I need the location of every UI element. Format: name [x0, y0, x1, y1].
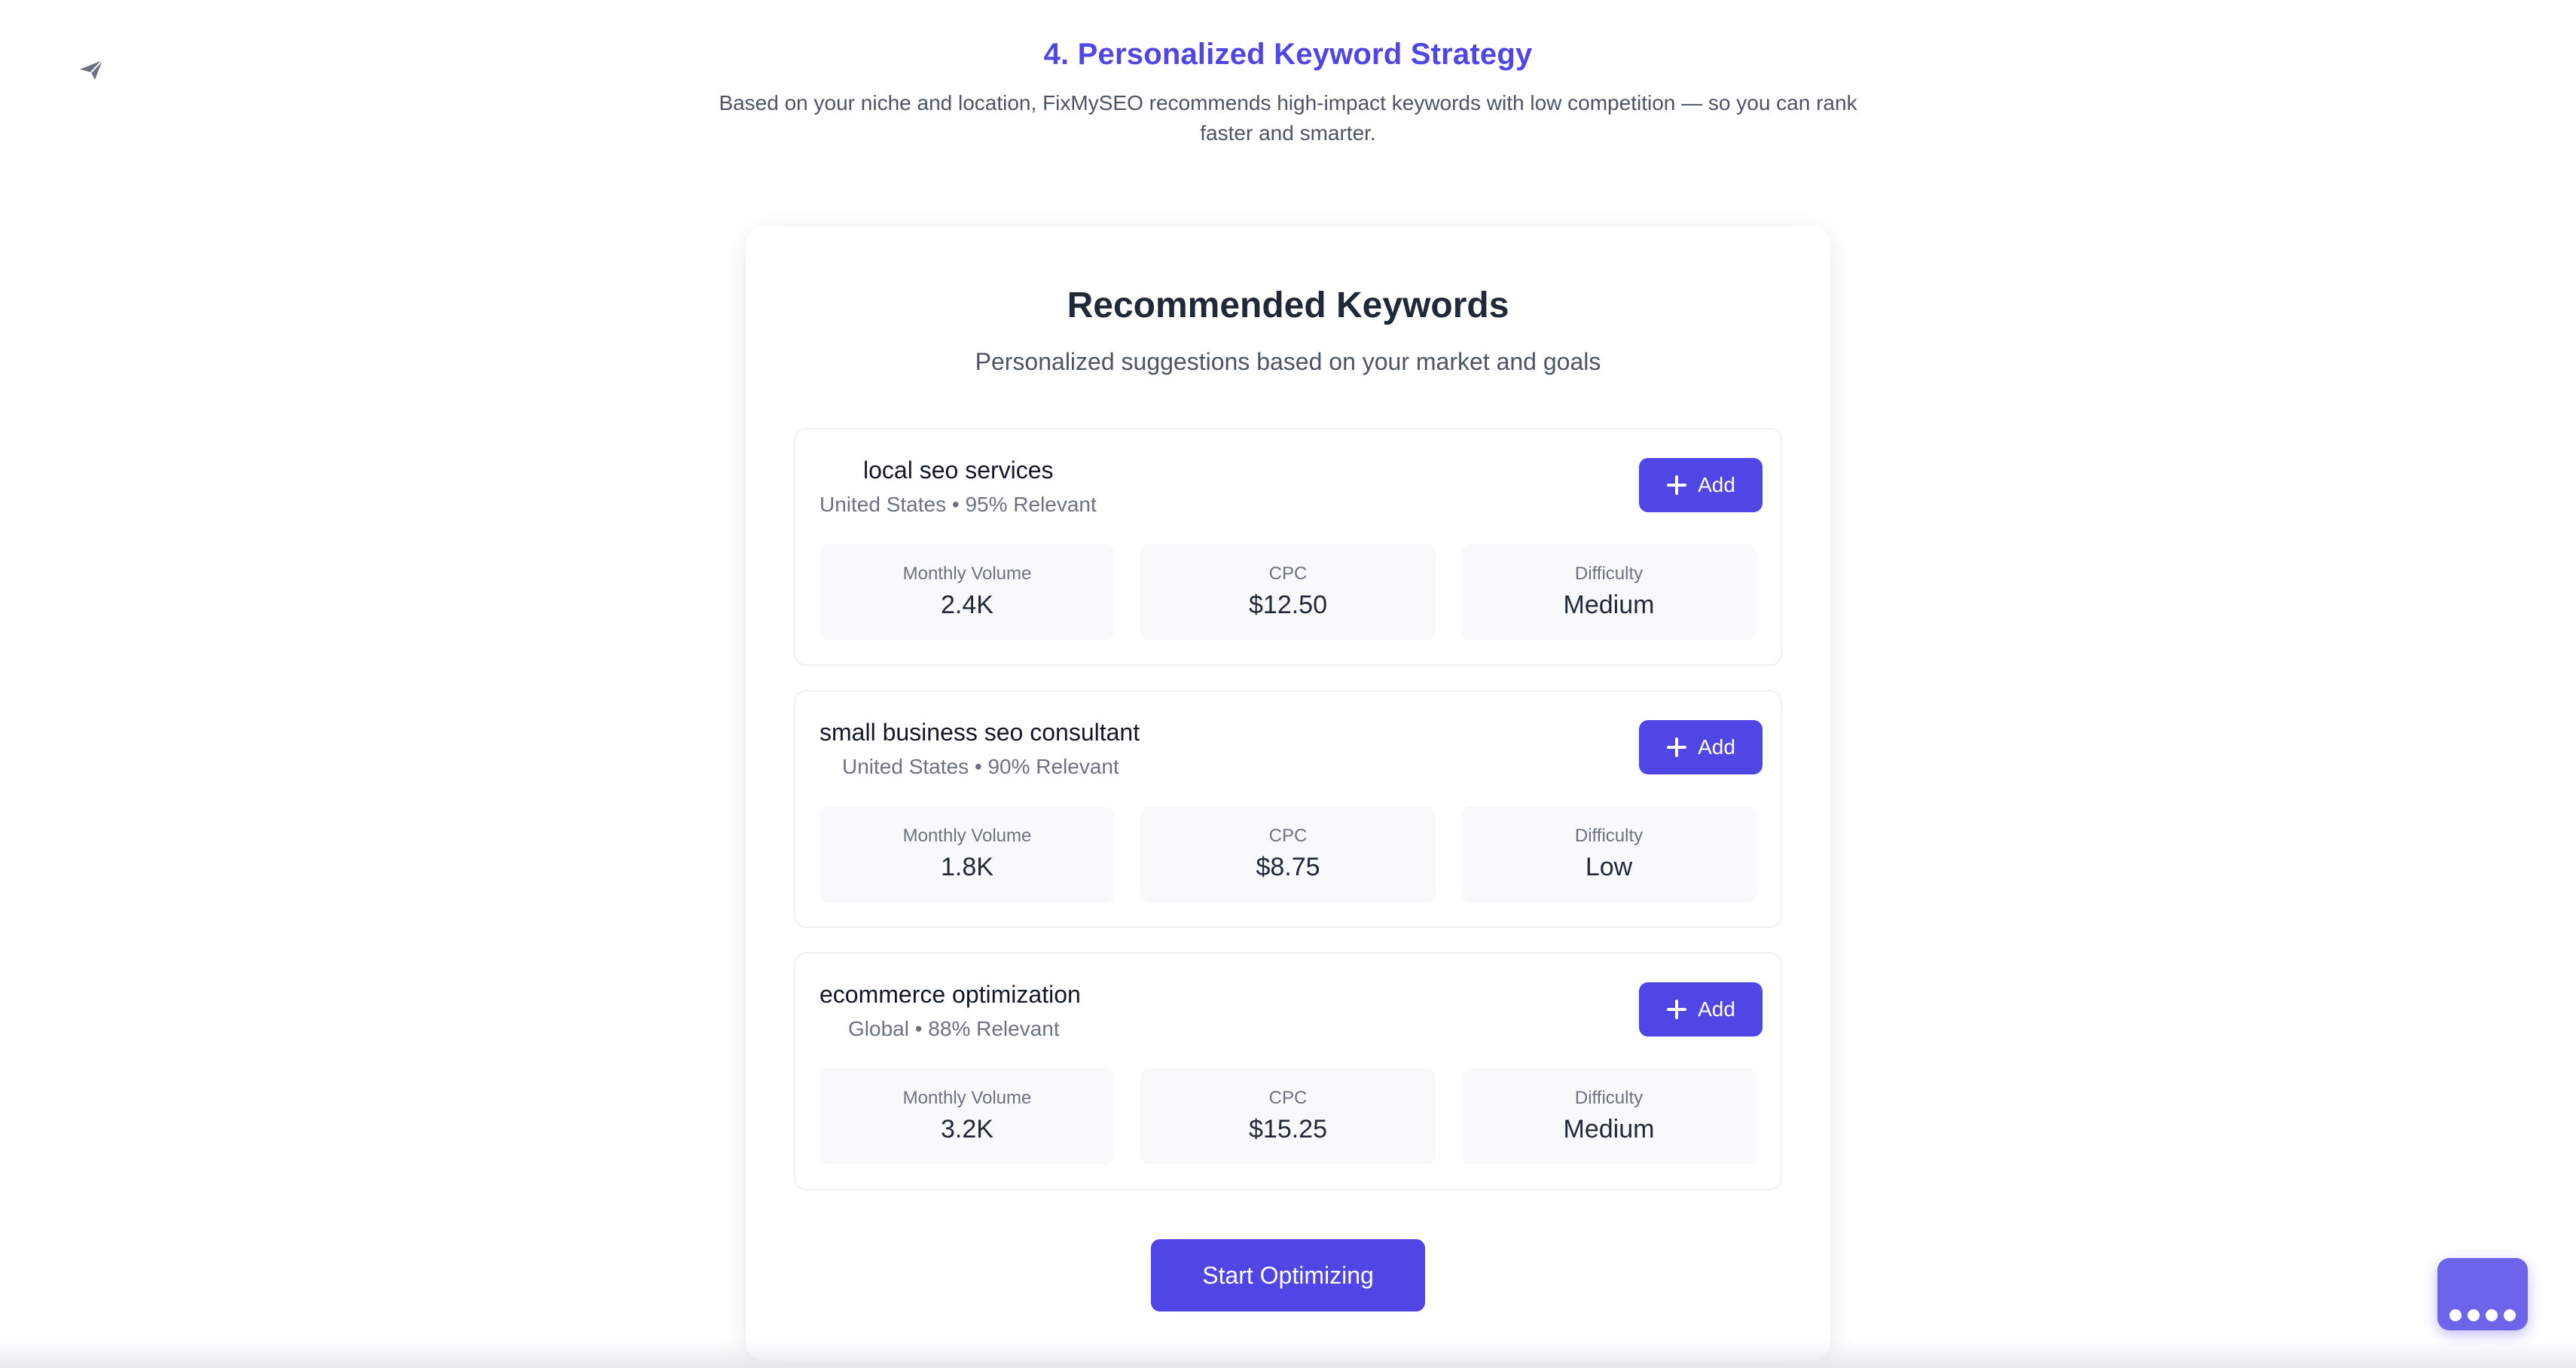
add-keyword-button[interactable]: Add	[1639, 720, 1763, 774]
add-button-label: Add	[1698, 735, 1735, 759]
metric-value: Medium	[1563, 591, 1655, 619]
keyword-name: ecommerce optimization	[819, 981, 1081, 1008]
metric-cpc: CPC $15.25	[1140, 1068, 1436, 1165]
bottom-fade	[0, 1341, 2576, 1368]
add-keyword-button[interactable]: Add	[1639, 982, 1763, 1037]
metric-value: 3.2K	[941, 1115, 993, 1144]
metric-label: CPC	[1268, 1088, 1308, 1108]
chat-widget-button[interactable]	[2437, 1258, 2528, 1330]
chat-dots-icon	[2449, 1309, 2516, 1321]
panel-subtitle: Personalized suggestions based on your m…	[975, 348, 1601, 375]
metric-cpc: CPC $8.75	[1140, 806, 1436, 902]
metric-value: $8.75	[1256, 853, 1320, 881]
metric-label: Difficulty	[1574, 826, 1644, 846]
metric-difficulty: Difficulty Low	[1461, 806, 1757, 902]
keyword-meta: United States • 90% Relevant	[842, 755, 1119, 778]
keyword-card: small business seo consultant United Sta…	[794, 690, 1782, 928]
keyword-card: local seo services United States • 95% R…	[794, 428, 1782, 666]
metric-label: Difficulty	[1574, 563, 1644, 584]
panel-title: Recommended Keywords	[1067, 286, 1509, 325]
metric-value: $15.25	[1249, 1115, 1327, 1144]
metric-monthly-volume: Monthly Volume 1.8K	[819, 806, 1115, 902]
metric-label: Monthly Volume	[902, 563, 1032, 584]
metric-value: Medium	[1563, 1115, 1655, 1144]
metric-label: Monthly Volume	[902, 826, 1032, 846]
plus-icon	[1667, 475, 1687, 495]
start-optimizing-button[interactable]: Start Optimizing	[1151, 1239, 1425, 1312]
section-description: Based on your niche and location, FixMyS…	[719, 91, 1857, 145]
keyword-meta: United States • 95% Relevant	[819, 493, 1097, 516]
metric-value: 1.8K	[941, 853, 993, 881]
metric-label: CPC	[1268, 563, 1308, 584]
metric-label: Monthly Volume	[902, 1088, 1032, 1108]
add-button-label: Add	[1698, 473, 1735, 496]
add-button-label: Add	[1698, 997, 1735, 1021]
metric-monthly-volume: Monthly Volume 3.2K	[819, 1068, 1115, 1165]
metric-value: Low	[1585, 853, 1633, 881]
section-header: 4. Personalized Keyword Strategy Based o…	[0, 38, 2576, 148]
add-keyword-button[interactable]: Add	[1639, 458, 1763, 512]
metric-value: $12.50	[1249, 591, 1327, 619]
plus-icon	[1667, 737, 1687, 757]
metric-label: Difficulty	[1574, 1088, 1644, 1108]
metric-monthly-volume: Monthly Volume 2.4K	[819, 544, 1115, 640]
page: 4. Personalized Keyword Strategy Based o…	[0, 0, 2576, 1368]
keyword-name: local seo services	[863, 457, 1054, 484]
keyword-name: small business seo consultant	[819, 719, 1140, 746]
metric-value: 2.4K	[941, 591, 993, 619]
metric-difficulty: Difficulty Medium	[1461, 544, 1757, 640]
keyword-card: ecommerce optimization Global • 88% Rele…	[794, 952, 1782, 1190]
metric-label: CPC	[1268, 826, 1308, 846]
plus-icon	[1667, 1000, 1687, 1019]
keyword-meta: Global • 88% Relevant	[848, 1017, 1060, 1040]
recommended-keywords-panel: Recommended Keywords Personalized sugges…	[746, 226, 1830, 1360]
section-title: 4. Personalized Keyword Strategy	[1043, 38, 1533, 71]
metric-cpc: CPC $12.50	[1140, 544, 1436, 640]
metric-difficulty: Difficulty Medium	[1461, 1068, 1757, 1165]
